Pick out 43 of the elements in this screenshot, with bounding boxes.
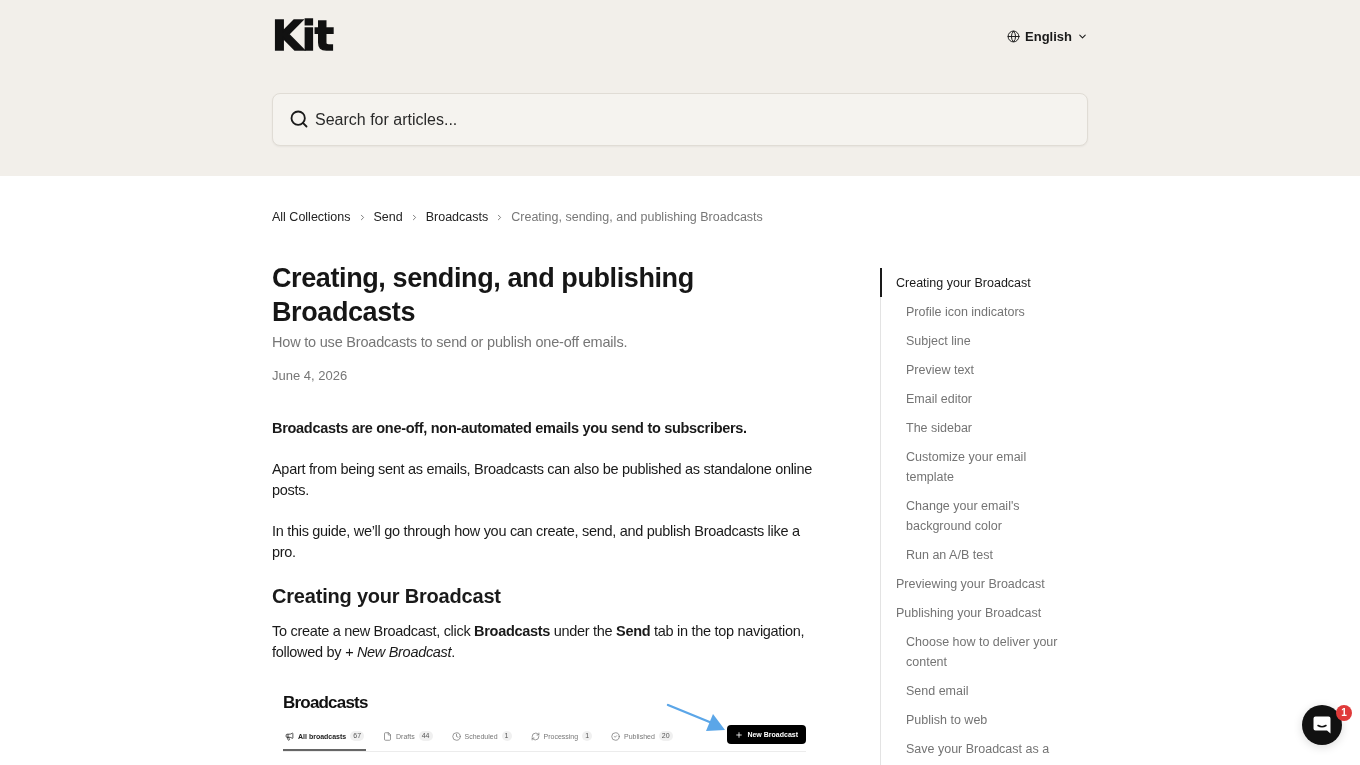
toc-link[interactable]: Email editor	[880, 384, 1070, 413]
lead-paragraph: Broadcasts are one-off, non-automated emails you send to subscribers.	[272, 419, 748, 438]
toc-link[interactable]: The sidebar	[880, 413, 1070, 442]
section-heading: Creating your Broadcast	[272, 584, 502, 609]
chat-bubble-icon	[1312, 715, 1332, 735]
toc-link[interactable]: Creating your Broadcast	[880, 268, 1070, 297]
toc-link[interactable]: Customize your email template	[880, 442, 1070, 491]
search-icon	[289, 109, 309, 129]
megaphone-icon	[285, 731, 294, 741]
breadcrumb-current: Creating, sending, and publishing Broadcasts	[511, 210, 763, 224]
toc-link[interactable]: Previewing your Broadcast	[880, 569, 1070, 598]
arrow-icon	[666, 703, 726, 733]
breadcrumb-link[interactable]: Send	[373, 210, 403, 224]
article-date: June 4, 2026	[272, 368, 349, 384]
check-circle-icon	[611, 731, 621, 741]
toc-link[interactable]: Publishing your Broadcast	[880, 598, 1070, 627]
toc-link[interactable]: Preview text	[880, 355, 1070, 384]
site-logo[interactable]: Kit	[272, 16, 333, 56]
globe-icon	[1007, 29, 1021, 43]
toc-link[interactable]: Subject line	[880, 326, 1070, 355]
search-field[interactable]: Search for articles...	[272, 93, 1088, 146]
plus-icon	[735, 730, 744, 739]
chat-launcher-button[interactable]	[1302, 705, 1342, 745]
article-title: Creating, sending, and publishing Broadcasts	[272, 262, 695, 329]
language-selector[interactable]: English	[1007, 28, 1088, 44]
article-subtitle: How to use Broadcasts to send or publish one-off emails.	[272, 333, 629, 352]
breadcrumb-link[interactable]: All Collections	[272, 210, 351, 224]
toc-link[interactable]: Publish to web	[880, 705, 1070, 734]
breadcrumb-link[interactable]: Broadcasts	[425, 210, 489, 224]
paragraph: Apart from being sent as emails, Broadcasts can also be published as standalone online posts.	[272, 460, 814, 500]
clock-icon	[451, 731, 461, 741]
page-title: Broadcasts	[283, 692, 368, 714]
file-icon	[383, 731, 393, 741]
toc-link[interactable]: Save your Broadcast as a	[880, 734, 1070, 763]
toc-link[interactable]: Choose how to deliver your content	[880, 627, 1070, 676]
toc-link[interactable]: Send email	[880, 676, 1070, 705]
toc-link[interactable]: Profile icon indicators	[880, 297, 1070, 326]
toc-link[interactable]: Run an A/B test	[880, 540, 1070, 569]
paragraph: To create a new Broadcast, click Broadcasts under the Send tab in the top navigation, followed by + New Broadcast.	[272, 622, 806, 662]
unread-count: 1	[1336, 705, 1352, 721]
paragraph: In this guide, we’ll go through how you can create, send, and publish Broadcasts like a pro.	[272, 522, 801, 562]
toc-link[interactable]: Change your email's background color	[880, 491, 1070, 540]
refresh-icon	[530, 731, 540, 741]
